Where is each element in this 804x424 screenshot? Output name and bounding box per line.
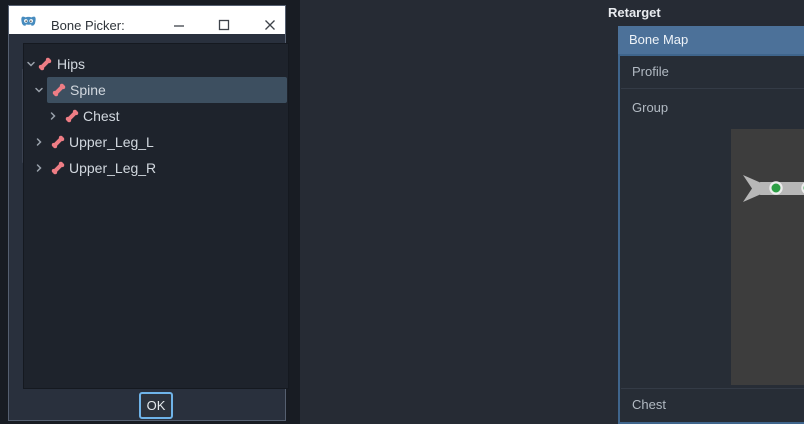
window-title: Bone Picker: [51,12,125,40]
close-icon [263,18,277,32]
tree-item-chest[interactable]: Chest [24,103,288,129]
tree-item-spine[interactable]: Spine [24,77,288,103]
bone-icon [38,57,52,71]
maximize-button[interactable] [212,13,236,37]
godot-icon [20,12,37,29]
tree-item-label: Hips [57,51,85,77]
row-divider [621,388,804,389]
tree-item-upper-leg-r[interactable]: Upper_Leg_R [24,155,288,181]
chevron-right-icon[interactable] [34,163,44,173]
chevron-down-icon[interactable] [34,85,44,95]
bone-dots-layer [770,169,804,377]
section-header-bone-map[interactable]: Bone Map [618,26,804,54]
bone-label: Chest [632,392,666,418]
bone-mapper [731,129,804,385]
chevron-down-icon[interactable] [26,59,36,69]
panel-title: Retarget [608,3,661,23]
minimize-button[interactable] [167,13,191,37]
ok-button[interactable]: OK [139,392,173,419]
tree-item-upper-leg-l[interactable]: Upper_Leg_L [24,129,288,155]
retarget-panel: Retarget Bone Map BoneMap Profile Skelet… [300,0,804,424]
bone-picker-window: Hips Spine Chest Upper_Leg_L [8,5,286,421]
humanoid-figure [731,129,804,385]
titlebar[interactable]: Bone Picker: [9,6,285,34]
tree-item-label: Upper_Leg_R [69,155,156,181]
chevron-right-icon[interactable] [48,111,58,121]
tree-item-hips[interactable]: Hips [24,51,288,77]
godot-editor: Hips Spine Chest Upper_Leg_L [0,0,804,424]
bone-icon [51,135,65,149]
body-silhouette [743,136,804,378]
maximize-icon [217,18,231,32]
row-divider [621,88,804,89]
tree-item-label: Upper_Leg_L [69,129,154,155]
section-label: Bone Map [629,32,688,47]
tree-item-label: Chest [83,103,120,129]
bone-icon [51,161,65,175]
group-label: Group [632,92,668,124]
bone-icon [65,109,79,123]
minimize-icon [172,18,186,32]
close-button[interactable] [258,13,282,37]
bone-icon [52,83,66,97]
profile-label: Profile [632,56,669,88]
ok-button-label: OK [147,398,166,413]
bone-tree: Hips Spine Chest Upper_Leg_L [23,43,289,389]
bone-dot-green[interactable] [770,182,781,193]
tree-item-label: Spine [70,77,106,103]
chevron-right-icon[interactable] [34,137,44,147]
